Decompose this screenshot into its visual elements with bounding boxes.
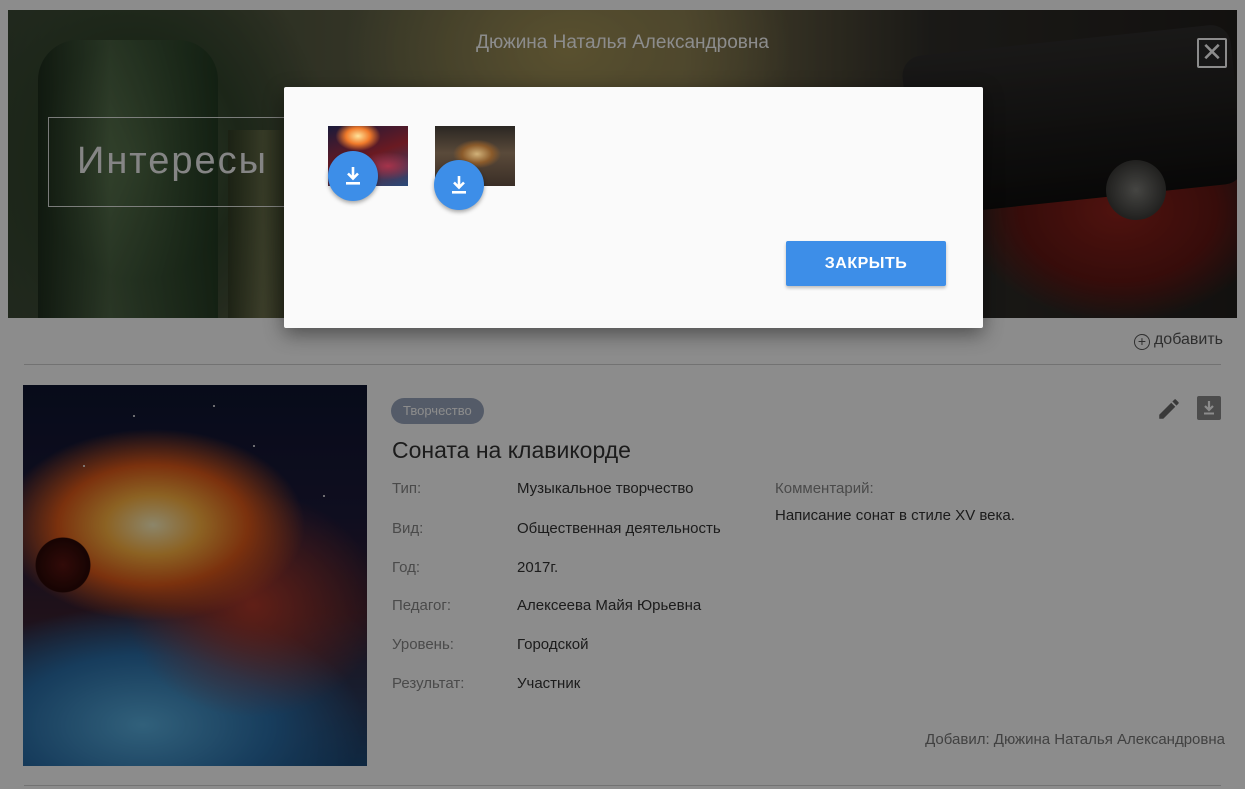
- download-button-2[interactable]: [434, 160, 484, 210]
- close-button[interactable]: ЗАКРЫТЬ: [786, 241, 946, 286]
- attachments-modal: ЗАКРЫТЬ: [284, 87, 983, 328]
- download-icon: [346, 167, 360, 185]
- download-icon: [452, 176, 466, 194]
- download-button-1[interactable]: [328, 151, 378, 201]
